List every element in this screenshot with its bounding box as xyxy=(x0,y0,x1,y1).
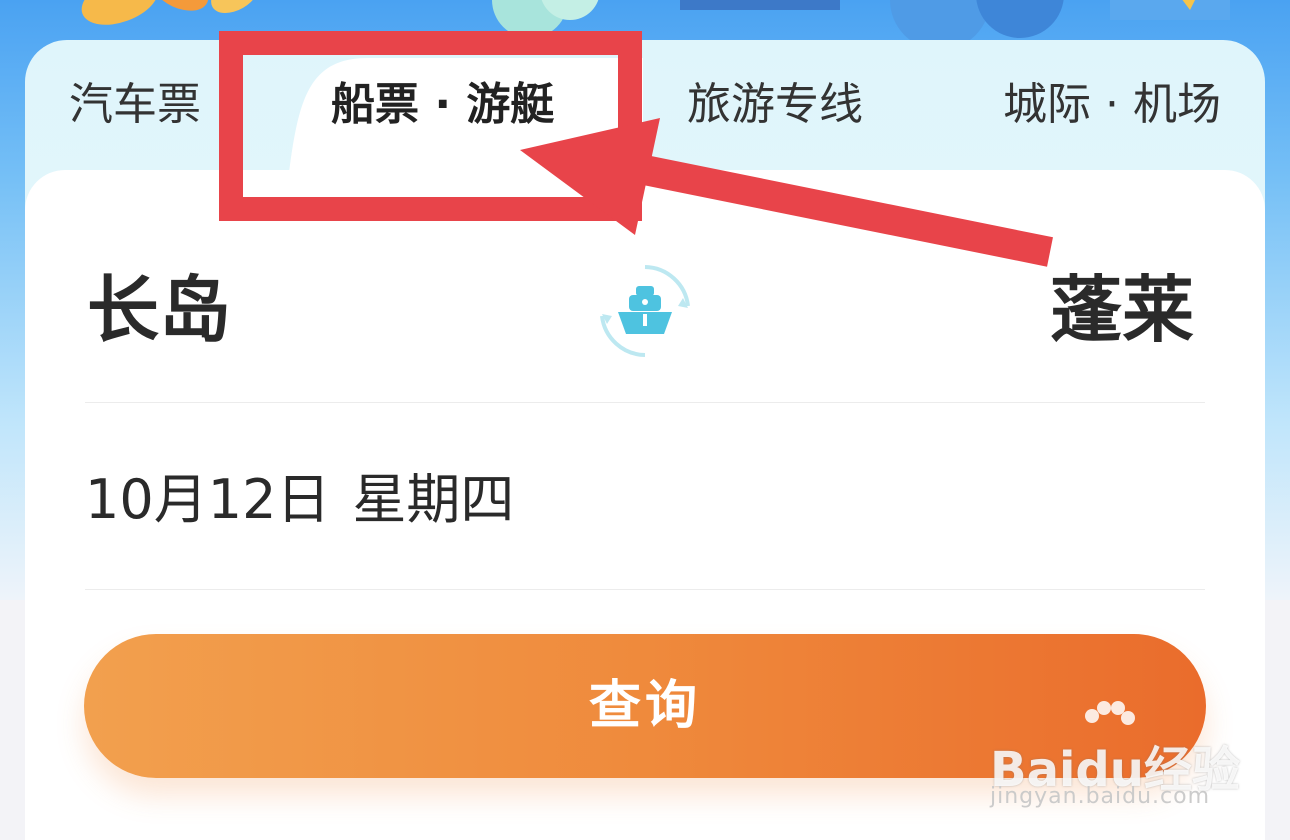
travel-weekday: 星期四 xyxy=(352,468,515,531)
baidu-watermark: Baidu经验 jingyan.baidu.com xyxy=(980,700,1240,820)
date-divider xyxy=(85,589,1205,590)
watermark-url: jingyan.baidu.com xyxy=(990,784,1211,809)
arrival-city[interactable]: 蓬莱 xyxy=(1050,265,1194,355)
ship-swap-icon xyxy=(600,265,690,357)
tab-tour-line[interactable]: 旅游专线 xyxy=(687,70,863,140)
tab-ship-yacht[interactable]: 船票 · 游艇 xyxy=(331,70,554,140)
date-selector[interactable]: 10月12日 星期四 xyxy=(85,460,536,540)
tab-bus-ticket[interactable]: 汽车票 xyxy=(69,70,201,140)
route-divider xyxy=(85,402,1205,403)
travel-date: 10月12日 xyxy=(85,468,331,531)
decor-leaves-illustration xyxy=(81,0,259,25)
ticket-type-tabs: 汽车票 船票 · 游艇 旅游专线 城际 · 机场 xyxy=(25,40,1265,180)
departure-city[interactable]: 长岛 xyxy=(87,265,231,355)
tab-intercity-airport[interactable]: 城际 · 机场 xyxy=(1003,70,1221,140)
swap-route-button[interactable] xyxy=(596,262,694,360)
